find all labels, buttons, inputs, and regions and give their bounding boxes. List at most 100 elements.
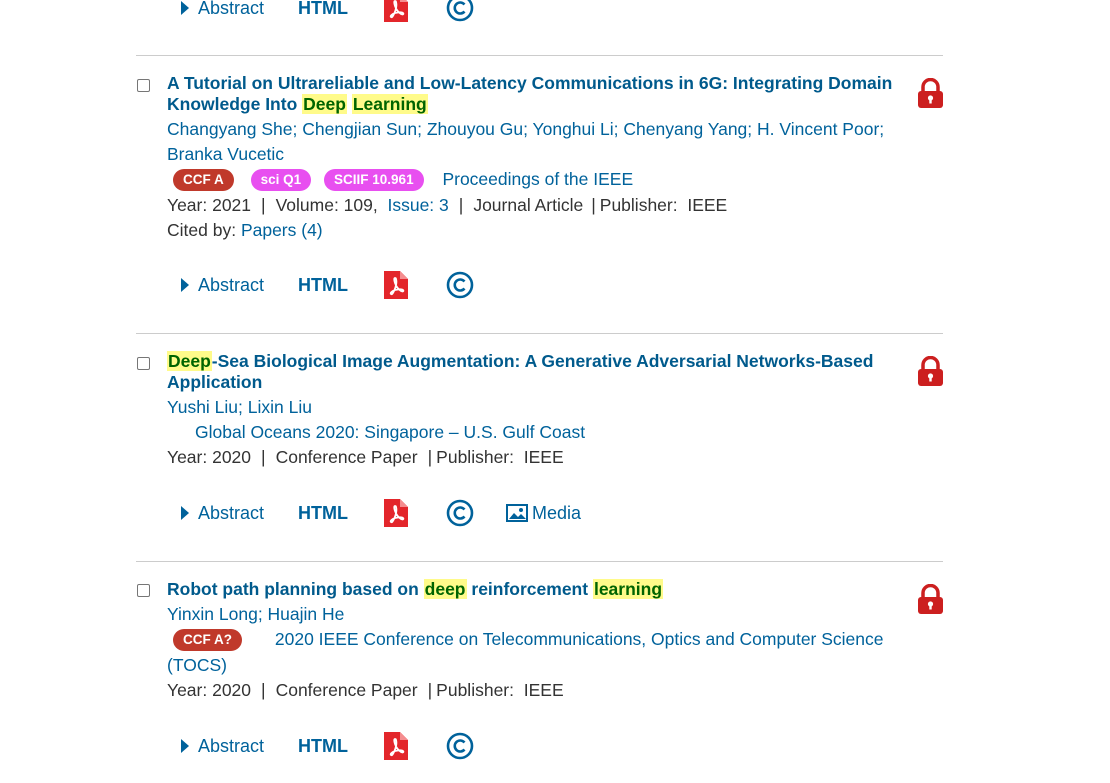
- publisher-value: IEEE: [523, 680, 564, 700]
- abstract-toggle[interactable]: Abstract: [181, 275, 264, 296]
- venue-link[interactable]: 2020 IEEE Conference on Telecommunicatio…: [275, 629, 884, 649]
- abstract-label: Abstract: [198, 0, 265, 18]
- lock-icon: [917, 77, 944, 109]
- author-link[interactable]: Changyang She: [167, 119, 293, 139]
- lock-icon: [917, 355, 944, 387]
- highlight-term: Deep: [167, 351, 212, 371]
- meta-line: Year: 2021 | Volume: 109, Issue: 3 | Journal…: [167, 195, 728, 215]
- highlight-term: Learning: [351, 94, 428, 114]
- year-label: Year:: [167, 447, 213, 467]
- caret-right-icon: [181, 278, 189, 292]
- result-checkbox[interactable]: [137, 79, 150, 92]
- caret-right-icon: [181, 1, 189, 15]
- publisher-label: Publisher:: [436, 447, 519, 467]
- result-checkbox[interactable]: [137, 357, 150, 370]
- copyright-icon[interactable]: [446, 0, 474, 22]
- copyright-icon[interactable]: [446, 271, 474, 299]
- venue-line: CCF A? 2020 IEEE Conference on Telecommu…: [173, 627, 884, 652]
- abstract-label: Abstract: [198, 274, 265, 295]
- result-checkbox[interactable]: [137, 584, 150, 597]
- year-value: 2020: [212, 447, 252, 467]
- caret-right-icon: [181, 506, 189, 520]
- divider: [136, 561, 943, 562]
- venue-line-2: (TOCS): [167, 653, 227, 678]
- html-link[interactable]: HTML: [298, 736, 348, 757]
- abstract-label: Abstract: [198, 502, 265, 523]
- author-link[interactable]: Lixin Liu: [248, 397, 312, 417]
- caret-right-icon: [181, 739, 189, 753]
- actions-row-prev: Abstract HTML: [181, 0, 474, 25]
- meta-line: Year: 2020 | Conference Paper | Publisher: I…: [167, 680, 564, 700]
- actions-row: Abstract HTML Media: [181, 496, 581, 530]
- media-label: Media: [532, 502, 582, 523]
- abstract-toggle[interactable]: Abstract: [181, 736, 264, 757]
- author-link[interactable]: Chenyang Yang: [623, 119, 747, 139]
- author-link[interactable]: Zhouyou Gu: [427, 119, 523, 139]
- media-link[interactable]: Media: [506, 503, 581, 524]
- divider: [136, 55, 943, 56]
- year-label: Year:: [167, 680, 213, 700]
- pdf-icon[interactable]: [384, 0, 409, 22]
- year-value: 2021: [212, 195, 252, 215]
- cited-line: Cited by: Papers (4): [167, 218, 323, 243]
- venue-link[interactable]: (TOCS): [167, 655, 227, 675]
- highlight-term: Deep: [302, 94, 347, 114]
- publisher-value: IEEE: [523, 447, 564, 467]
- authors-list: Yinxin Long; Huajin He: [167, 604, 345, 624]
- highlight-term: deep: [423, 579, 467, 599]
- ccf-badge: CCF A: [173, 169, 234, 192]
- cited-link[interactable]: Papers (4): [241, 220, 323, 240]
- content-type: Journal Article: [473, 195, 584, 215]
- copyright-icon[interactable]: [446, 499, 474, 527]
- abstract-toggle[interactable]: Abstract: [181, 0, 264, 19]
- venue-line: Global Oceans 2020: Singapore – U.S. Gul…: [195, 420, 585, 445]
- publisher-value: IEEE: [687, 195, 728, 215]
- result-title[interactable]: Robot path planning based on deep reinfo…: [167, 579, 902, 600]
- media-icon: [506, 504, 529, 522]
- publisher-label: Publisher:: [599, 195, 683, 215]
- authors-list: Yushi Liu; Lixin Liu: [167, 397, 312, 417]
- venue-line: CCF A sci Q1 SCIIF 10.961 Proceedings of…: [173, 167, 633, 192]
- venue-link[interactable]: Proceedings of the IEEE: [442, 169, 633, 189]
- html-link[interactable]: HTML: [298, 275, 348, 296]
- author-link[interactable]: Yinxin Long: [167, 604, 258, 624]
- meta-line: Year: 2020 | Conference Paper | Publisher: I…: [167, 447, 564, 467]
- pdf-icon[interactable]: [384, 499, 409, 527]
- title-text: Robot path planning based on: [167, 579, 424, 599]
- result-title[interactable]: Deep-Sea Biological Image Augmentation: …: [167, 351, 902, 393]
- year-label: Year:: [167, 195, 213, 215]
- author-link[interactable]: H. Vincent Poor: [757, 119, 879, 139]
- abstract-label: Abstract: [198, 735, 265, 756]
- html-link[interactable]: HTML: [298, 503, 348, 524]
- year-value: 2020: [212, 680, 252, 700]
- highlight-term: learning: [592, 579, 664, 599]
- issue-link[interactable]: Issue: 3: [387, 195, 448, 215]
- copyright-icon[interactable]: [446, 732, 474, 760]
- sci-badge: sci Q1: [250, 169, 312, 192]
- actions-row: Abstract HTML: [181, 268, 474, 302]
- author-link[interactable]: Huajin He: [268, 604, 345, 624]
- pdf-icon[interactable]: [384, 732, 409, 760]
- authors-list: Changyang She; Chengjian Sun; Zhouyou Gu…: [167, 119, 885, 164]
- title-text: -Sea Biological Image Augmentation: A Ge…: [167, 351, 874, 392]
- pdf-icon[interactable]: [384, 271, 409, 299]
- content-type: Conference Paper: [275, 680, 418, 700]
- author-link[interactable]: Chengjian Sun: [302, 119, 417, 139]
- result-title[interactable]: A Tutorial on Ultrareliable and Low-Late…: [167, 73, 902, 115]
- divider: [136, 333, 943, 334]
- html-link[interactable]: HTML: [298, 0, 348, 19]
- lock-icon: [917, 583, 944, 615]
- sciif-badge: SCIIF 10.961: [324, 169, 424, 192]
- venue-link[interactable]: Global Oceans 2020: Singapore – U.S. Gul…: [195, 422, 585, 442]
- author-link[interactable]: Branka Vucetic: [167, 144, 284, 164]
- title-text: reinforcement: [466, 579, 593, 599]
- content-type: Conference Paper: [275, 447, 418, 467]
- abstract-toggle[interactable]: Abstract: [181, 503, 264, 524]
- cited-label: Cited by:: [167, 220, 241, 240]
- title-text: A Tutorial on Ultrareliable and Low-Late…: [167, 73, 893, 114]
- ccf-badge: CCF A?: [173, 629, 242, 652]
- volume-label: Volume: 109,: [275, 195, 378, 215]
- author-link[interactable]: Yonghui Li: [533, 119, 614, 139]
- author-link[interactable]: Yushi Liu: [167, 397, 238, 417]
- actions-row: Abstract HTML: [181, 729, 474, 763]
